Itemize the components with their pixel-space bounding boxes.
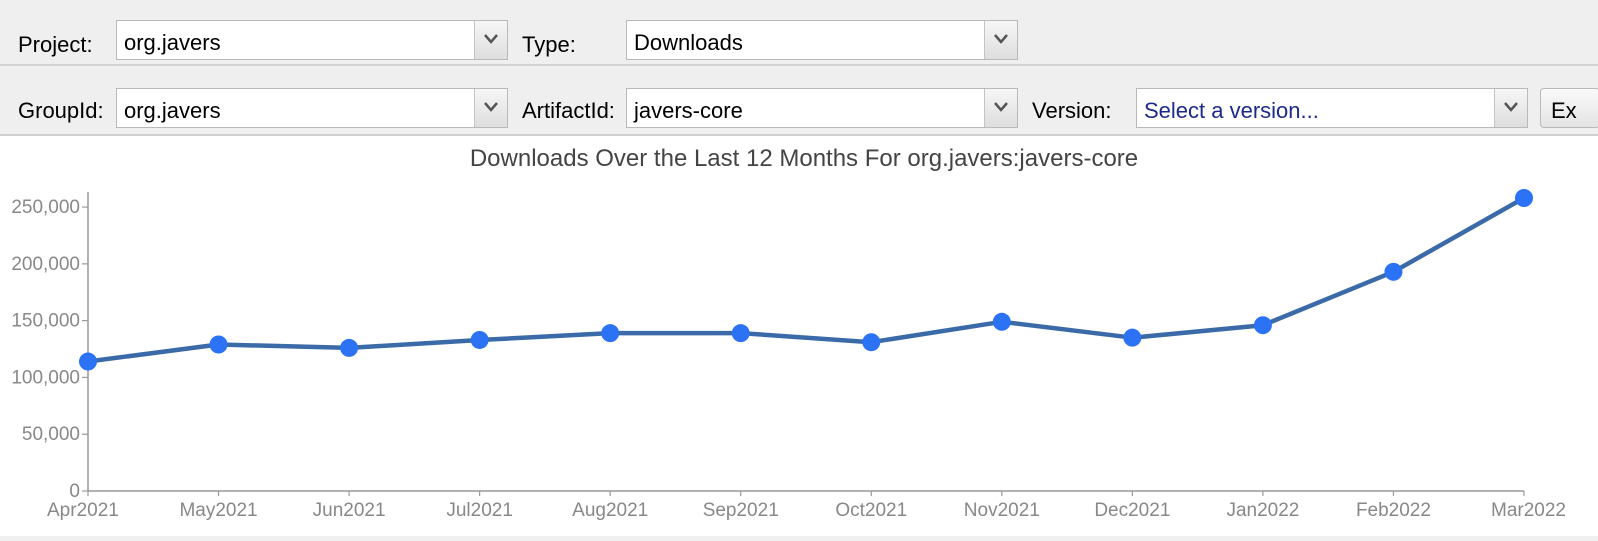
data-point: [79, 352, 97, 371]
data-point: [1515, 189, 1533, 207]
x-tick-label: Jul2021: [446, 500, 513, 521]
toolbar-bottom: GroupId: org.javers ArtifactId: javers-c…: [0, 66, 1598, 134]
x-tick-label: Oct2021: [835, 500, 907, 521]
data-point: [1123, 328, 1142, 347]
x-tick-label: Sep2021: [703, 500, 779, 521]
groupid-select-value: org.javers: [124, 98, 221, 123]
data-point: [209, 335, 228, 354]
y-tick-label: 200,000: [11, 254, 80, 275]
chart-title: Downloads Over the Last 12 Months For or…: [470, 145, 1138, 172]
x-tick-label: Jan2022: [1226, 500, 1299, 521]
project-select[interactable]: org.javers: [116, 20, 508, 60]
x-axis-ticks: Apr2021 May2021 Jun2021 Jul2021 Aug2021 Sep20…: [47, 491, 1566, 521]
data-points-group: [79, 189, 1533, 371]
artifactid-select[interactable]: javers-core: [626, 88, 1018, 128]
data-point: [731, 324, 750, 343]
x-tick-label: Nov2021: [964, 500, 1040, 521]
data-point: [340, 338, 359, 357]
export-button-label: Ex: [1551, 98, 1577, 123]
artifactid-label: ArtifactId:: [522, 98, 615, 123]
chevron-down-icon[interactable]: [984, 21, 1017, 59]
data-point: [601, 324, 620, 343]
chart-axes: [87, 192, 1524, 492]
y-tick-label: 150,000: [11, 311, 80, 332]
groupid-label: GroupId:: [18, 98, 104, 123]
x-tick-label: May2021: [179, 500, 257, 521]
type-label: Type:: [522, 32, 576, 57]
export-button[interactable]: Ex: [1540, 88, 1598, 128]
version-select[interactable]: Select a version...: [1136, 88, 1528, 128]
x-tick-label: Aug2021: [572, 500, 648, 521]
data-point: [1384, 262, 1403, 281]
project-label: Project:: [18, 32, 93, 57]
artifactid-select-value: javers-core: [634, 98, 743, 123]
chevron-down-icon[interactable]: [1494, 89, 1527, 127]
groupid-select[interactable]: org.javers: [116, 88, 508, 128]
line-chart: Downloads Over the Last 12 Months For or…: [11, 145, 1566, 521]
y-tick-label: 0: [69, 481, 80, 502]
version-select-placeholder: Select a version...: [1144, 98, 1319, 123]
chevron-down-icon[interactable]: [474, 21, 507, 59]
y-tick-label: 250,000: [11, 197, 80, 218]
series-line-group: [87, 196, 1526, 364]
data-point: [992, 312, 1011, 331]
data-point: [470, 330, 489, 349]
series-line: [87, 196, 1526, 364]
x-tick-label: Mar2022: [1491, 500, 1566, 521]
x-tick-label: Jun2021: [313, 500, 386, 521]
toolbar-top: Project: org.javers Type: Downloads: [0, 0, 1598, 64]
y-axis-ticks: 0 50,000 100,000 150,000 200,000 250,000: [11, 197, 88, 502]
data-point: [1253, 316, 1272, 335]
type-select[interactable]: Downloads: [626, 20, 1018, 60]
downloads-chart: Downloads Over the Last 12 Months For or…: [0, 136, 1598, 536]
x-tick-label: Dec2021: [1094, 500, 1170, 521]
chevron-down-icon[interactable]: [984, 89, 1017, 127]
chevron-down-icon[interactable]: [474, 89, 507, 127]
y-tick-label: 50,000: [22, 424, 80, 445]
x-tick-label: Feb2022: [1356, 500, 1431, 521]
project-select-value: org.javers: [124, 30, 221, 55]
type-select-value: Downloads: [634, 30, 743, 55]
data-point: [862, 333, 881, 352]
x-tick-label: Apr2021: [47, 500, 119, 521]
y-tick-label: 100,000: [11, 367, 80, 388]
version-label: Version:: [1032, 98, 1112, 123]
